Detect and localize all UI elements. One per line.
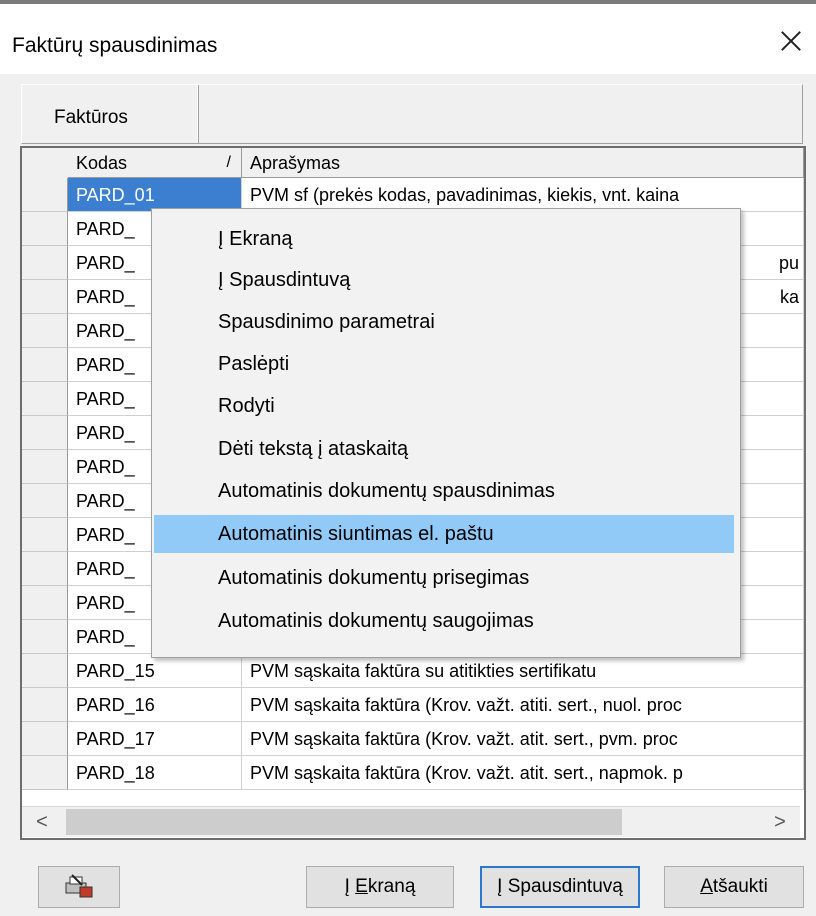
table-row[interactable]: PARD_15 PVM sąskaita faktūra su atitiktie… (68, 654, 804, 688)
row-indicator[interactable] (22, 348, 68, 382)
row-indicator[interactable] (22, 552, 68, 586)
cell-aprasymas[interactable]: PVM sąskaita faktūra (Krov. važt. atiti.… (242, 688, 804, 722)
grid-corner (22, 148, 69, 179)
button-accelerator: E (355, 876, 368, 897)
row-indicator[interactable] (22, 246, 68, 280)
table-row[interactable]: PARD_16 PVM sąskaita faktūra (Krov. važt.… (68, 688, 804, 722)
table-row[interactable]: PARD_01 PVM sf (prekės kodas, pavadinimas… (68, 178, 804, 212)
row-indicator[interactable] (22, 722, 68, 756)
tab-strip: Faktūros (21, 84, 803, 144)
row-indicator[interactable] (22, 280, 68, 314)
row-indicator[interactable] (22, 654, 68, 688)
menu-item[interactable]: Automatinis dokumentų spausdinimas (154, 472, 734, 510)
cell-aprasymas[interactable]: PVM sąskaita faktūra (Krov. važt. atit. … (242, 756, 804, 790)
button-accelerator: A (700, 876, 713, 897)
row-indicator[interactable] (22, 212, 68, 246)
row-indicator[interactable] (22, 382, 68, 416)
button-label-rest: tšaukti (712, 876, 768, 897)
cell-kodas[interactable]: PARD_16 (68, 688, 242, 722)
horizontal-scrollbar[interactable]: < > (22, 806, 800, 837)
menu-item[interactable]: Automatinis dokumentų saugojimas (154, 602, 734, 640)
title-bar: Faktūrų spausdinimas (0, 4, 816, 74)
to-printer-button[interactable]: Į Spausdintuvą (480, 866, 640, 908)
sort-indicator-icon: / (226, 154, 231, 171)
column-header-label: Kodas (76, 153, 128, 173)
print-settings-icon (65, 874, 93, 898)
column-header-label: Aprašymas (250, 153, 341, 173)
row-indicator[interactable] (22, 518, 68, 552)
cell-aprasymas[interactable]: PVM sąskaita faktūra su atitikties serti… (242, 654, 804, 688)
menu-item[interactable]: Dėti tekstą į ataskaitą (154, 430, 734, 468)
close-icon[interactable] (776, 26, 806, 56)
menu-item[interactable]: Paslėpti (154, 345, 734, 383)
row-indicator[interactable] (22, 314, 68, 348)
menu-item[interactable]: Į Spausdintuvą (154, 261, 734, 299)
menu-item[interactable]: Rodyti (154, 387, 734, 425)
cell-kodas[interactable]: PARD_01 (68, 178, 242, 212)
menu-item[interactable]: Į Ekraną (154, 220, 734, 258)
table-row[interactable]: PARD_17 PVM sąskaita faktūra (Krov. važt.… (68, 722, 804, 756)
window-title: Faktūrų spausdinimas (12, 34, 218, 57)
cell-kodas[interactable]: PARD_17 (68, 722, 242, 756)
scroll-thumb[interactable] (66, 809, 622, 835)
scroll-right-icon[interactable]: > (760, 807, 800, 837)
column-header-aprasymas[interactable]: Aprašymas (242, 148, 804, 178)
cell-kodas[interactable]: PARD_15 (68, 654, 242, 688)
button-label-rest: kraną (367, 876, 416, 897)
row-indicator[interactable] (22, 450, 68, 484)
row-indicator[interactable] (22, 178, 68, 212)
column-header-kodas[interactable]: Kodas / (68, 148, 242, 178)
button-label-prefix: Į (344, 876, 356, 897)
cell-aprasymas[interactable]: PVM sąskaita faktūra (Krov. važt. atit. … (242, 722, 804, 756)
cell-aprasymas[interactable]: PVM sf (prekės kodas, pavadinimas, kieki… (242, 178, 804, 212)
row-indicator[interactable] (22, 586, 68, 620)
row-indicator[interactable] (22, 688, 68, 722)
row-indicator[interactable] (22, 620, 68, 654)
context-menu: Į Ekraną Į Spausdintuvą Spausdinimo parame… (151, 208, 741, 658)
print-settings-button[interactable] (38, 866, 120, 908)
scroll-left-icon[interactable]: < (22, 807, 62, 837)
cell-kodas[interactable]: PARD_18 (68, 756, 242, 790)
tab-label: Faktūros (54, 107, 128, 128)
menu-item[interactable]: Spausdinimo parametrai (154, 303, 734, 341)
tab-fakturos[interactable]: Faktūros (22, 85, 199, 143)
menu-item[interactable]: Automatinis siuntimas el. paštu (154, 515, 734, 553)
to-screen-button[interactable]: Į Ekraną (306, 866, 454, 908)
row-indicator[interactable] (22, 416, 68, 450)
menu-item[interactable]: Automatinis dokumentų prisegimas (154, 559, 734, 597)
table-row[interactable]: PARD_18 PVM sąskaita faktūra (Krov. važt.… (68, 756, 804, 790)
row-indicator[interactable] (22, 484, 68, 518)
row-indicator[interactable] (22, 756, 68, 790)
cancel-button[interactable]: Atšaukti (664, 866, 804, 908)
